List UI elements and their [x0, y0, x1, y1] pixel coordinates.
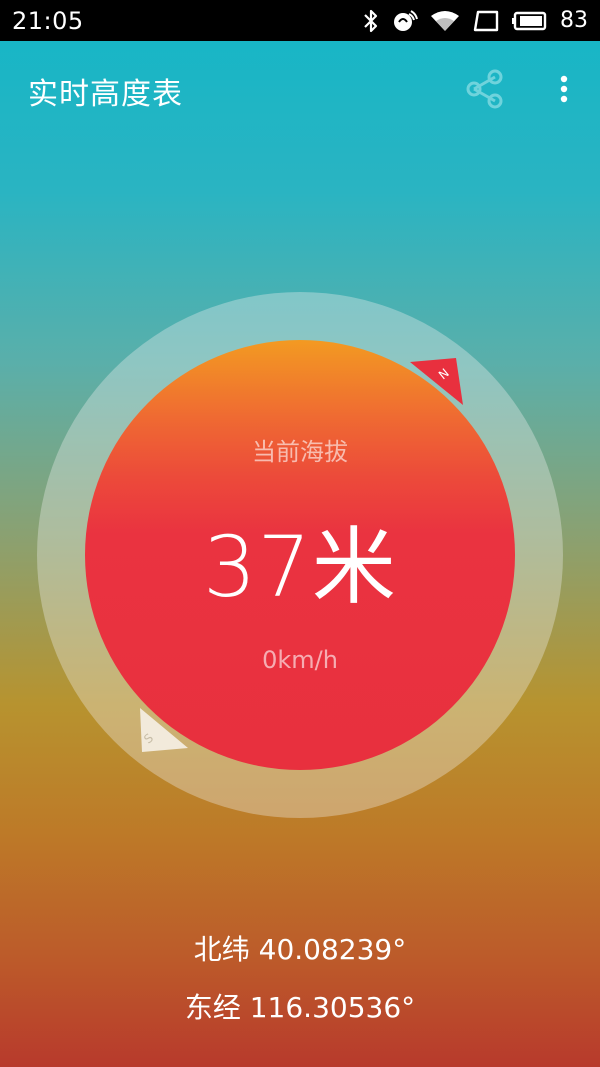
bluetooth-icon: [362, 8, 380, 34]
share-icon: [466, 69, 503, 109]
status-time: 21:05: [12, 6, 84, 35]
screen-rotate-icon: [472, 9, 500, 33]
share-button[interactable]: [462, 67, 506, 111]
south-marker: S: [128, 698, 198, 758]
more-options-button[interactable]: [550, 67, 578, 111]
latitude-text: 北纬 40.08239°: [193, 933, 407, 966]
altitude-label: 当前海拔: [252, 438, 348, 466]
app-bar: 实时高度表: [0, 41, 600, 139]
status-icons: 83: [362, 8, 588, 34]
altitude-value: 37米: [203, 518, 397, 616]
app-title: 实时高度表: [28, 77, 183, 112]
status-bar: 21:05 83: [0, 0, 600, 41]
battery-percentage: 83: [560, 8, 588, 33]
battery-icon: [512, 10, 548, 32]
nfc-icon: [392, 8, 418, 34]
speed-value: 0km/h: [262, 646, 338, 674]
more-vert-icon: [560, 75, 568, 103]
longitude-text: 东经 116.30536°: [184, 991, 416, 1024]
north-marker: N: [400, 350, 470, 410]
wifi-icon: [430, 9, 460, 33]
